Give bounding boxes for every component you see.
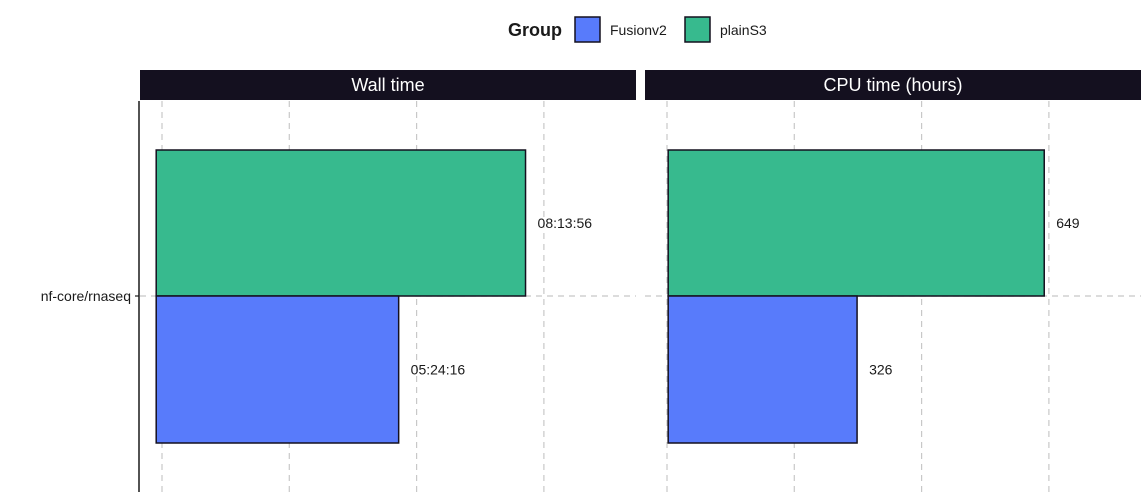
faceted-bar-chart: Group Fusionv2 plainS3 Wall time CPU tim… (41, 16, 1141, 492)
y-axis: nf-core/rnaseq (41, 101, 140, 492)
legend-swatch-plains3 (684, 16, 711, 43)
bar-fusionv2 (155, 295, 400, 444)
bar-plains3 (667, 149, 1045, 297)
data-label-plains3: 08:13:56 (538, 215, 593, 231)
legend-label-fusionv2: Fusionv2 (610, 22, 667, 38)
legend-title: Group (508, 20, 562, 40)
bar-fusionv2 (667, 295, 858, 444)
legend-swatch-fusionv2 (574, 16, 601, 43)
bar-plains3 (155, 149, 527, 297)
legend: Group Fusionv2 plainS3 (508, 16, 767, 43)
facet-title-cpu-time: CPU time (hours) (823, 75, 962, 95)
facet-strip-wall-time: Wall time (140, 70, 636, 100)
legend-label-plains3: plainS3 (720, 22, 767, 38)
category-label: nf-core/rnaseq (41, 288, 131, 304)
data-label-plains3: 649 (1056, 215, 1080, 231)
bars-wall-time (155, 149, 527, 444)
data-label-fusionv2: 05:24:16 (411, 362, 466, 378)
facet-title-wall-time: Wall time (351, 75, 424, 95)
facet-strip-cpu-time: CPU time (hours) (645, 70, 1141, 100)
bars-cpu-time (667, 149, 1045, 444)
data-label-fusionv2: 326 (869, 362, 893, 378)
